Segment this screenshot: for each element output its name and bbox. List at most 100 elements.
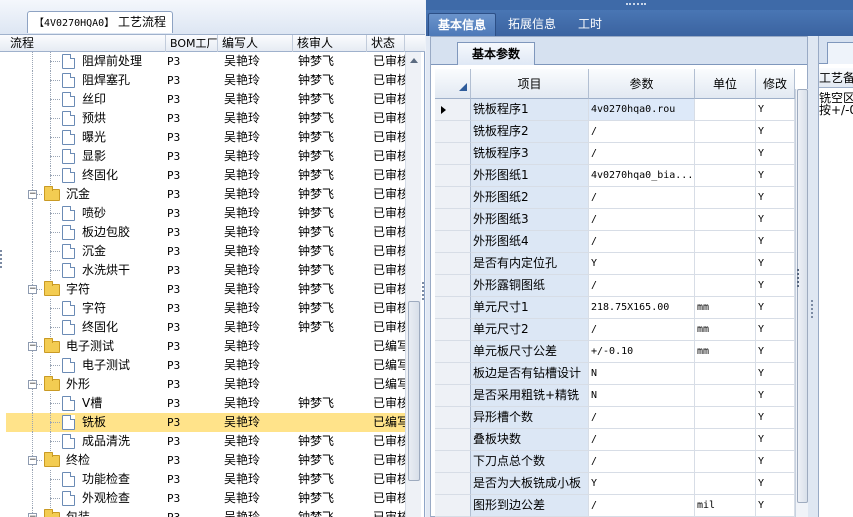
tree-step-row[interactable]: 外观检查 P3 吴艳玲 钟梦飞 已审核 — [6, 489, 405, 508]
tree-step-row[interactable]: 电子测试 P3 吴艳玲 已编写 — [6, 356, 405, 375]
param-modify-cell[interactable]: Y — [756, 253, 795, 275]
grid-header-param[interactable]: 参数 — [589, 69, 695, 99]
tree-step-row[interactable]: 丝印 P3 吴艳玲 钟梦飞 已审核 — [6, 90, 405, 109]
tree-step-row[interactable]: 显影 P3 吴艳玲 钟梦飞 已审核 — [6, 147, 405, 166]
row-selector[interactable] — [435, 363, 471, 385]
grid-row[interactable]: 异形槽个数 / Y — [435, 407, 795, 429]
param-modify-cell[interactable]: Y — [756, 187, 795, 209]
grid-row[interactable]: 是否为大板铣成小板 Y Y — [435, 473, 795, 495]
row-selector[interactable] — [435, 473, 471, 495]
scroll-up-arrow-icon[interactable] — [410, 58, 418, 63]
grid-header-modify[interactable]: 修改 — [756, 69, 795, 99]
row-selector[interactable] — [435, 231, 471, 253]
row-selector[interactable] — [435, 319, 471, 341]
tree-step-row[interactable]: 铣板 P3 吴艳玲 已编写 — [6, 413, 405, 432]
grid-row[interactable]: 单元尺寸1 218.75X165.00 mm Y — [435, 297, 795, 319]
param-unit-cell[interactable] — [695, 143, 756, 165]
param-value-cell[interactable]: +/-0.10 — [589, 341, 695, 363]
param-modify-cell[interactable]: Y — [756, 143, 795, 165]
tree-step-row[interactable]: 预烘 P3 吴艳玲 钟梦飞 已审核 — [6, 109, 405, 128]
tree-node[interactable]: 功能检查 — [6, 470, 166, 489]
tab-process-flow[interactable]: 【4V0270HQA0】 工艺流程 — [27, 11, 174, 33]
tree-step-row[interactable]: 终固化 P3 吴艳玲 钟梦飞 已审核 — [6, 166, 405, 185]
column-header-reviewer[interactable]: 核审人 — [293, 35, 367, 52]
tree-folder-row[interactable]: − 沉金 P3 吴艳玲 钟梦飞 已审核 — [6, 185, 405, 204]
tree-folder-row[interactable]: − 终检 P3 吴艳玲 钟梦飞 已审核 — [6, 451, 405, 470]
tree-node[interactable]: 曝光 — [6, 128, 166, 147]
row-selector[interactable] — [435, 297, 471, 319]
param-unit-cell[interactable] — [695, 187, 756, 209]
grid-row[interactable]: 是否采用粗铣+精铣 N Y — [435, 385, 795, 407]
row-selector[interactable] — [435, 253, 471, 275]
param-unit-cell[interactable]: mm — [695, 319, 756, 341]
param-unit-cell[interactable] — [695, 429, 756, 451]
column-header-writer[interactable]: 编写人 — [218, 35, 293, 52]
tree-node[interactable]: 终固化 — [6, 166, 166, 185]
collapse-toggle-icon[interactable]: − — [28, 342, 37, 351]
param-value-cell[interactable]: N — [589, 385, 695, 407]
row-selector[interactable] — [435, 495, 471, 517]
param-modify-cell[interactable]: Y — [756, 429, 795, 451]
tree-node[interactable]: 外观检查 — [6, 489, 166, 508]
collapse-toggle-icon[interactable]: − — [28, 456, 37, 465]
tree-node[interactable]: 丝印 — [6, 90, 166, 109]
param-modify-cell[interactable]: Y — [756, 363, 795, 385]
param-unit-cell[interactable] — [695, 451, 756, 473]
tree-node[interactable]: 水洗烘干 — [6, 261, 166, 280]
tree-node[interactable]: − 沉金 — [6, 185, 166, 204]
grid-row[interactable]: 铣板程序2/ Y — [435, 121, 795, 143]
tree-step-row[interactable]: 终固化 P3 吴艳玲 钟梦飞 已审核 — [6, 318, 405, 337]
row-selector[interactable] — [435, 385, 471, 407]
row-selector[interactable] — [435, 407, 471, 429]
tree-node[interactable]: 阻焊塞孔 — [6, 71, 166, 90]
param-value-cell[interactable]: / — [589, 187, 695, 209]
param-modify-cell[interactable]: Y — [756, 341, 795, 363]
param-unit-cell[interactable] — [695, 385, 756, 407]
tab-work-hours[interactable]: 工时 — [569, 13, 611, 36]
param-modify-cell[interactable]: Y — [756, 231, 795, 253]
param-modify-cell[interactable]: Y — [756, 275, 795, 297]
param-value-cell[interactable]: / — [589, 209, 695, 231]
param-value-cell[interactable]: Y — [589, 253, 695, 275]
tree-step-row[interactable]: V槽 P3 吴艳玲 钟梦飞 已审核 — [6, 394, 405, 413]
column-header-flow[interactable]: 流程 — [6, 35, 166, 52]
param-value-cell[interactable]: 4v0270hqa0.rou — [589, 99, 695, 121]
grid-scrollbar[interactable] — [795, 89, 808, 517]
tree-step-row[interactable]: 成品清洗 P3 吴艳玲 钟梦飞 已审核 — [6, 432, 405, 451]
param-unit-cell[interactable] — [695, 253, 756, 275]
row-selector[interactable] — [435, 209, 471, 231]
param-modify-cell[interactable]: Y — [756, 319, 795, 341]
tab-extended-info[interactable]: 拓展信息 — [499, 13, 565, 36]
param-unit-cell[interactable] — [695, 121, 756, 143]
param-unit-cell[interactable] — [695, 275, 756, 297]
param-value-cell[interactable]: / — [589, 407, 695, 429]
param-value-cell[interactable]: N — [589, 363, 695, 385]
param-unit-cell[interactable]: mm — [695, 297, 756, 319]
row-selector[interactable] — [435, 187, 471, 209]
param-value-cell[interactable]: / — [589, 275, 695, 297]
tab-basic-info[interactable]: 基本信息 — [428, 13, 497, 36]
param-unit-cell[interactable] — [695, 473, 756, 495]
param-value-cell[interactable]: / — [589, 143, 695, 165]
param-value-cell[interactable]: / — [589, 121, 695, 143]
splitter-grip-icon[interactable] — [811, 300, 813, 318]
param-unit-cell[interactable] — [695, 99, 756, 121]
tree-node[interactable]: − 外形 — [6, 375, 166, 394]
tree-step-row[interactable]: 功能检查 P3 吴艳玲 钟梦飞 已审核 — [6, 470, 405, 489]
grid-header-unit[interactable]: 单位 — [695, 69, 756, 99]
tree-node[interactable]: − 字符 — [6, 280, 166, 299]
tree-node[interactable]: 终固化 — [6, 318, 166, 337]
tree-folder-row[interactable]: − 外形 P3 吴艳玲 已编写 — [6, 375, 405, 394]
tree-node[interactable]: V槽 — [6, 394, 166, 413]
param-modify-cell[interactable]: Y — [756, 451, 795, 473]
row-selector[interactable] — [435, 451, 471, 473]
param-unit-cell[interactable]: mm — [695, 341, 756, 363]
tree-node[interactable]: − 终检 — [6, 451, 166, 470]
row-selector[interactable] — [435, 99, 471, 121]
collapse-toggle-icon[interactable]: − — [28, 285, 37, 294]
param-unit-cell[interactable] — [695, 209, 756, 231]
tree-node[interactable]: 沉金 — [6, 242, 166, 261]
param-value-cell[interactable]: / — [589, 319, 695, 341]
grid-row[interactable]: 单元尺寸2/mm Y — [435, 319, 795, 341]
param-value-cell[interactable]: / — [589, 429, 695, 451]
